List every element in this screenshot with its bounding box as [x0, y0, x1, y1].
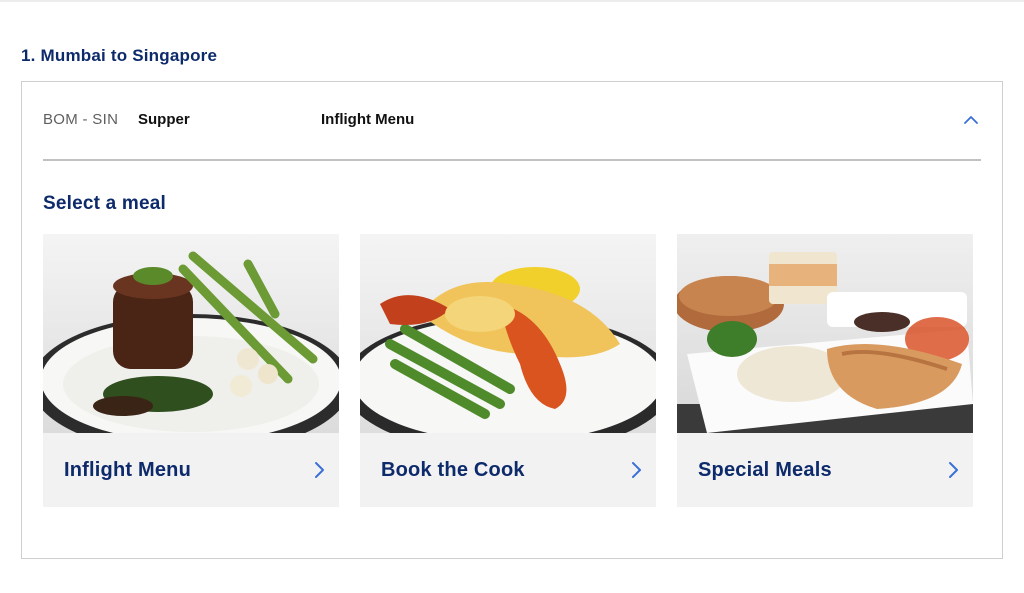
- meal-option-label: Special Meals: [698, 458, 832, 481]
- section-divider: [43, 159, 981, 161]
- meal-option-special-meals[interactable]: Special Meals: [677, 234, 973, 507]
- meal-option-caption: Book the Cook: [360, 433, 656, 507]
- meal-service: Supper: [138, 110, 190, 128]
- chevron-up-icon: [964, 115, 978, 124]
- meal-option-inflight-menu[interactable]: Inflight Menu: [43, 234, 339, 507]
- steak-dish-photo: [43, 234, 339, 433]
- flight-summary-row[interactable]: BOM - SIN Supper Inflight Menu: [43, 108, 981, 130]
- lobster-dish-photo: [360, 234, 656, 433]
- segment-title: 1. Mumbai to Singapore: [21, 46, 218, 65]
- chevron-right-icon: [315, 462, 324, 478]
- chevron-right-icon: [632, 462, 641, 478]
- select-meal-heading: Select a meal: [43, 193, 167, 214]
- meal-option-book-the-cook[interactable]: Book the Cook: [360, 234, 656, 507]
- meal-option-caption: Special Meals: [677, 433, 973, 507]
- selected-menu: Inflight Menu: [321, 110, 415, 128]
- meal-option-label: Inflight Menu: [64, 458, 192, 481]
- flight-meal-panel: BOM - SIN Supper Inflight Menu Select a …: [21, 81, 1003, 559]
- chicken-rice-tray-photo: [677, 234, 973, 433]
- collapse-button[interactable]: [961, 109, 981, 129]
- top-rule: [0, 0, 1024, 2]
- meal-option-caption: Inflight Menu: [43, 433, 339, 507]
- route-code: BOM - SIN: [43, 110, 119, 128]
- chevron-right-icon: [949, 462, 958, 478]
- meal-option-label: Book the Cook: [381, 458, 525, 481]
